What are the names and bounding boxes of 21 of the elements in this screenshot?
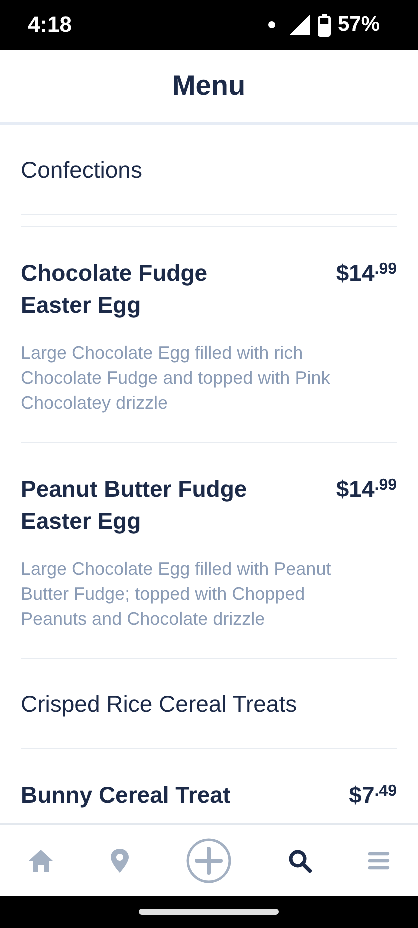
add-icon	[186, 838, 232, 884]
item-name[interactable]: Bunny Cereal Treat	[21, 779, 271, 811]
item-price: $14$^{.99}$	[336, 475, 397, 504]
home-icon	[28, 848, 54, 872]
category-heading[interactable]: Confections	[21, 125, 397, 215]
item-name[interactable]: Chocolate Fudge Easter Egg	[21, 257, 271, 321]
battery-percent: 57%	[338, 13, 380, 37]
item-description: Large Chocolate Egg filled with Peanut Butter Fudge; topped with Chopped Peanuts and Chocolate drizzle	[21, 558, 332, 631]
page-title: Menu	[172, 70, 246, 102]
menu-icon	[368, 850, 390, 870]
signal-icon	[288, 14, 311, 36]
clock-time: 4:18	[28, 12, 72, 38]
location-pin-icon	[110, 848, 130, 874]
item-description: Large Chocolate Egg filled with rich Chocolate Fudge and topped with Pink Chocolatey drizzle	[21, 342, 332, 415]
category-heading[interactable]: Crisped Rice Cereal Treats	[21, 659, 397, 749]
item-name[interactable]: Peanut Butter Fudge Easter Egg	[21, 473, 271, 537]
notification-dot-icon	[268, 21, 276, 29]
item-price: $7$^{.49}$	[349, 781, 397, 810]
search-icon	[288, 848, 312, 872]
battery-icon	[318, 14, 331, 36]
item-price: $14$^{.99}$	[336, 259, 397, 288]
